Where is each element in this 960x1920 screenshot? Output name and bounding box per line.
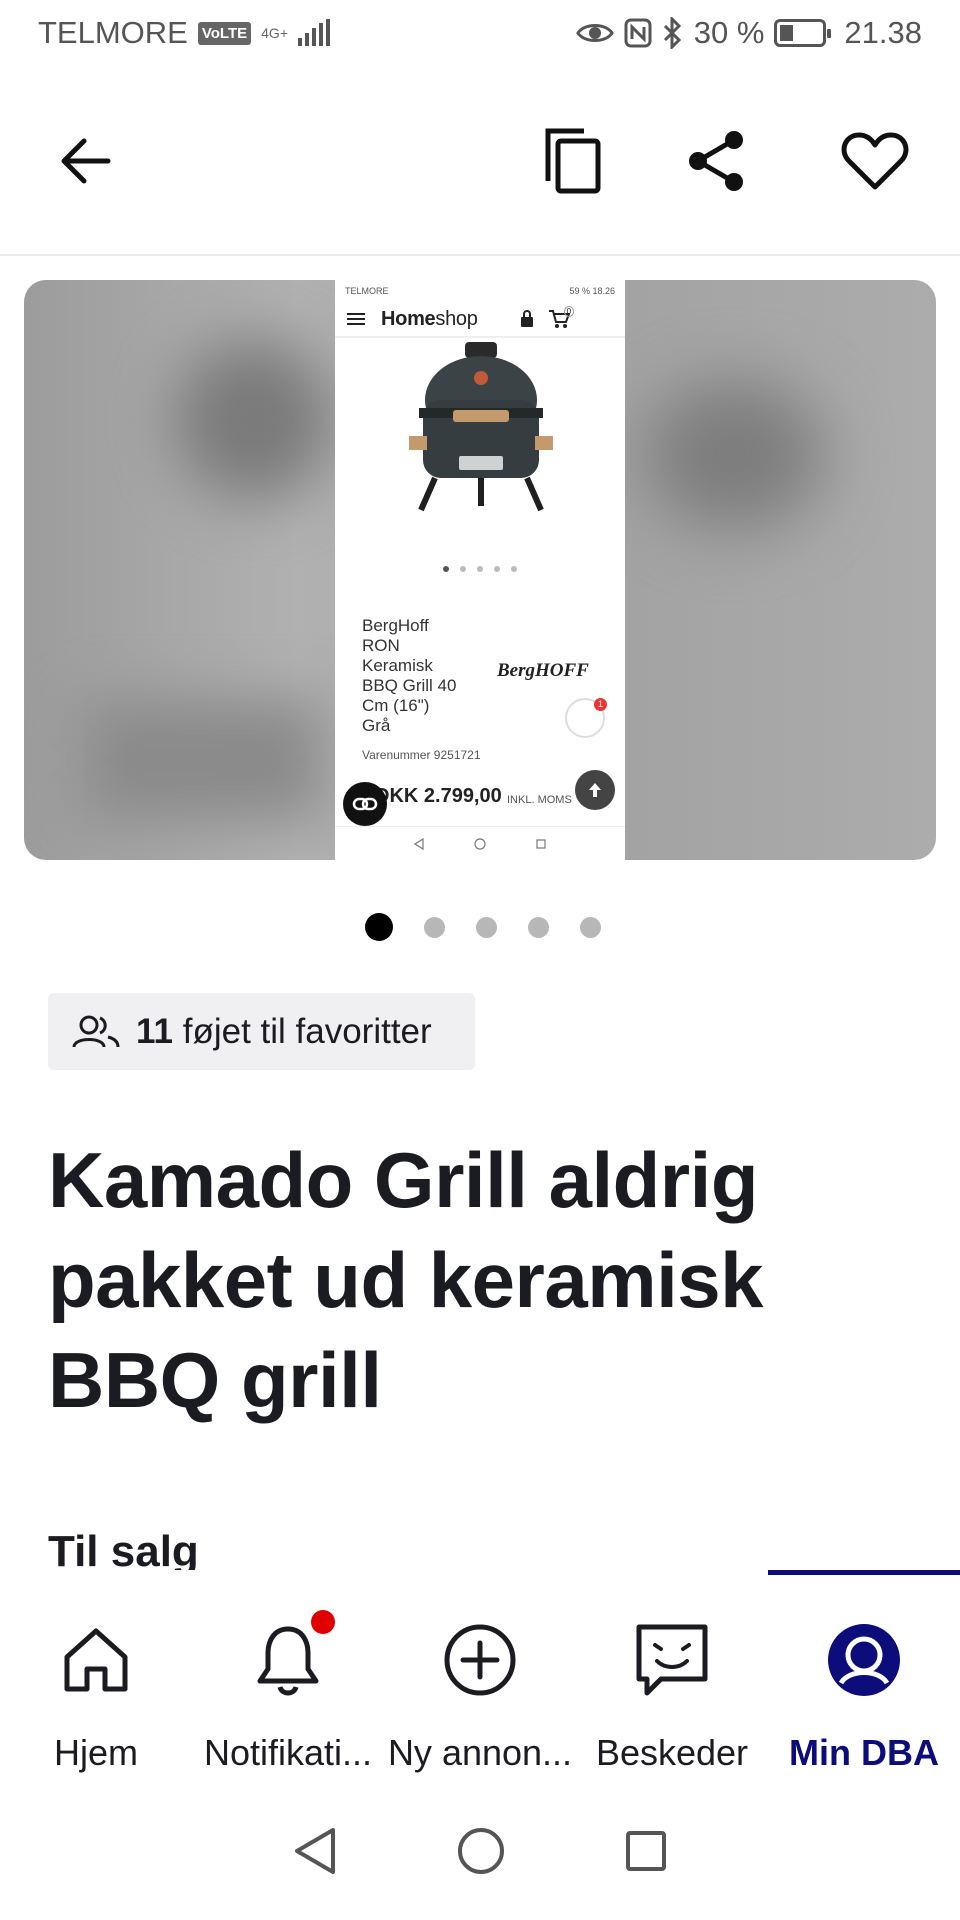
pager-dot[interactable] [476, 916, 497, 938]
system-back-icon[interactable] [293, 1826, 337, 1876]
item-number: Varenummer 9251721 [362, 748, 481, 762]
back-button[interactable] [40, 116, 130, 206]
plus-circle-icon [444, 1624, 516, 1696]
listing-photo-screenshot: TELMORE 59 % 18.26 Homeshop 0 BergHoff R… [335, 280, 625, 860]
carrier-name: TELMORE [38, 15, 188, 50]
chat-icon [636, 1624, 708, 1696]
back-triangle-icon [414, 837, 424, 850]
heart-icon [841, 132, 909, 190]
store-logo: Homeshop [381, 307, 478, 330]
favorites-count: 11 [136, 1011, 173, 1051]
bluetooth-icon [663, 17, 681, 49]
scroll-up-icon [575, 770, 615, 810]
nav-label-messages: Beskeder [595, 1732, 749, 1773]
nav-label-notifications: Notifikati... [203, 1732, 373, 1773]
nav-item-messages[interactable]: Beskeder [576, 1570, 768, 1782]
app-bar [0, 66, 960, 256]
home-circle-icon [474, 837, 486, 850]
pager-dot[interactable] [365, 913, 393, 941]
bell-icon [257, 1626, 319, 1696]
blurred-background [644, 380, 824, 530]
favorites-label: føjet til favoritter [182, 1011, 432, 1051]
nav-item-home[interactable]: Hjem [0, 1570, 192, 1782]
listing-title: Kamado Grill aldrig pakket ud keramisk B… [48, 1136, 764, 1424]
home-icon [64, 1628, 128, 1692]
status-left: TELMORE VoLTE 4G+ [38, 15, 330, 51]
link-icon [343, 782, 387, 826]
profile-icon [828, 1624, 900, 1696]
network-type: 4G+ [261, 25, 288, 41]
nav-item-notifications[interactable]: Notifikati... [192, 1570, 384, 1782]
nav-item-new-ad[interactable]: Ny annon... [384, 1570, 576, 1782]
copy-button[interactable] [529, 116, 619, 206]
chatbot-icon: 1 [565, 698, 607, 738]
nfc-icon [624, 18, 652, 48]
copy-icon [545, 128, 601, 194]
price-vat-note: INKL. MOMS [507, 794, 572, 806]
cart-count: 0 [563, 305, 575, 317]
signal-icon [298, 19, 330, 46]
nav-item-my-dba[interactable]: Min DBA [768, 1570, 960, 1782]
photo-status-right: 59 % 18.26 [569, 286, 615, 296]
chatbot-badge: 1 [594, 698, 607, 711]
favorites-count-badge: 11 føjet til favoritter [48, 993, 475, 1070]
share-icon [689, 131, 743, 191]
photo-carousel-dots [335, 566, 625, 572]
system-navigation-bar [0, 1782, 960, 1920]
photo-price: DKK 2.799,00 [375, 785, 502, 807]
lock-icon [520, 310, 533, 327]
blurred-background [84, 700, 324, 820]
pager-dot[interactable] [424, 916, 445, 938]
battery-icon [774, 19, 832, 47]
bottom-navigation: Hjem Notifikati... Ny annon... Beskeder … [0, 1570, 960, 1782]
status-bar: TELMORE VoLTE 4G+ 30 % 21.38 [0, 0, 960, 66]
sale-type-label: Til salg [48, 1527, 199, 1573]
menu-icon [347, 313, 365, 325]
system-home-icon[interactable] [457, 1827, 505, 1875]
nav-label-new-ad: Ny annon... [387, 1732, 573, 1773]
favorite-button[interactable] [830, 116, 920, 206]
brand-logo: BergHOFF [497, 660, 589, 681]
volte-icon: VoLTE [197, 21, 252, 45]
pager-dot[interactable] [580, 916, 601, 938]
users-icon [72, 1015, 120, 1048]
grill-image [335, 338, 625, 558]
nav-label-my-dba: Min DBA [789, 1732, 939, 1773]
photo-status-bar: TELMORE 59 % 18.26 [335, 280, 625, 302]
battery-percent: 30 % [693, 15, 765, 50]
recents-square-icon [536, 838, 546, 849]
image-gallery[interactable]: TELMORE 59 % 18.26 Homeshop 0 BergHoff R… [24, 280, 936, 860]
favorites-text: 11 føjet til favoritter [136, 1012, 432, 1052]
pager-dot[interactable] [528, 916, 549, 938]
status-right: 30 % 21.38 [575, 15, 922, 51]
photo-store-header: Homeshop 0 [335, 302, 625, 338]
system-recents-icon[interactable] [625, 1830, 667, 1872]
kamado-grill-icon [409, 342, 553, 512]
share-button[interactable] [672, 116, 762, 206]
photo-system-nav [335, 826, 625, 860]
arrow-left-icon [61, 138, 111, 184]
photo-product-title: BergHoff RON Keramisk BBQ Grill 40 Cm (1… [362, 616, 457, 735]
blurred-background [174, 340, 334, 500]
notification-badge [311, 1610, 335, 1634]
eye-icon [575, 24, 614, 42]
clock: 21.38 [844, 15, 922, 50]
nav-label-home: Hjem [53, 1732, 138, 1773]
gallery-pager [365, 913, 601, 941]
photo-carrier: TELMORE [345, 286, 389, 296]
